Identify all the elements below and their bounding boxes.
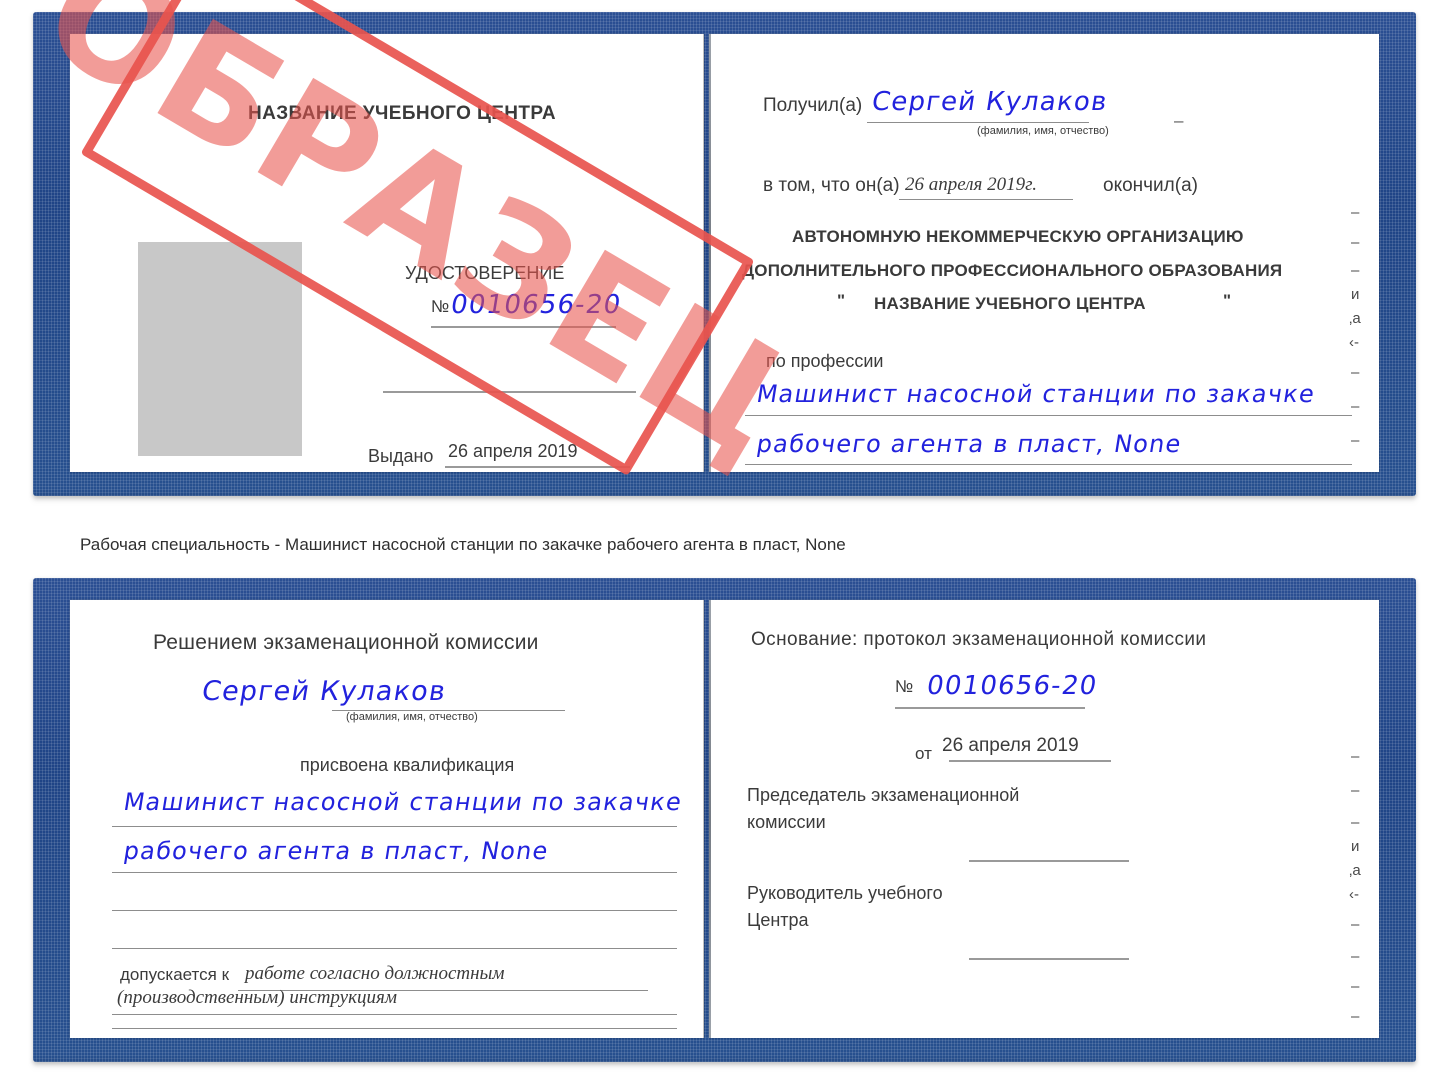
image-caption: Рабочая специальность - Машинист насосно… [80, 535, 846, 554]
organization-line-3: НАЗВАНИЕ УЧЕБНОГО ЦЕНТРА [874, 294, 1146, 313]
profession-value-line-2: рабочего агента в пласт, None [754, 430, 1184, 458]
completion-date-rule [899, 199, 1073, 200]
admitted-value-line-1: работе согласно должностным [245, 963, 505, 984]
admitted-value-line-2: (производственным) инструкциям [117, 987, 397, 1008]
admitted-rule-2 [112, 1014, 677, 1015]
edge-fragment: – [1351, 432, 1360, 449]
admitted-label: допускается к [120, 965, 230, 984]
received-label: Получил(а) [763, 95, 863, 116]
chairman-label-line-1: Председатель экзаменационной [747, 785, 1020, 805]
received-dash: – [1174, 111, 1184, 130]
organization-line-2: ДОПОЛНИТЕЛЬНОГО ПРОФЕССИОНАЛЬНОГО ОБРАЗО… [742, 261, 1283, 280]
basis-label: Основание: протокол экзаменационной коми… [751, 629, 1207, 650]
protocol-from-value: 26 апреля 2019 [942, 735, 1079, 756]
head-label-line-2: Центра [747, 910, 809, 930]
document-type-label: УДОСТОВЕРЕНИЕ [405, 263, 565, 283]
page-bottom-left: Решением экзаменационной комиссии Сергей… [70, 600, 704, 1038]
page-top-right: Получил(а) Сергей Кулаков (фамилия, имя,… [709, 34, 1379, 472]
qualification-rule-3 [112, 910, 677, 911]
issued-date-value: 26 апреля 2019 [448, 441, 578, 461]
page-top-left: НАЗВАНИЕ УЧЕБНОГО ЦЕНТРА УДОСТОВЕРЕНИЕ №… [70, 34, 704, 472]
edge-fragment: – [1351, 364, 1360, 381]
issued-rule [445, 466, 630, 468]
qualification-rule-4 [112, 948, 677, 949]
fio-hint: (фамилия, имя, отчество) [346, 711, 478, 723]
edge-fragment: – [1351, 204, 1360, 221]
profession-rule-1 [745, 415, 1352, 416]
edge-fragment: ‹- [1349, 886, 1359, 903]
edge-fragment: – [1351, 782, 1360, 799]
completion-date-value: 26 апреля 2019г. [905, 174, 1037, 195]
edge-fragment: и [1351, 838, 1360, 855]
protocol-number-value: 0010656-20 [924, 671, 1100, 701]
issued-label: Выдано [368, 446, 434, 466]
head-signature-rule [969, 958, 1129, 960]
qualification-value-line-1: Машинист насосной станции по закачке [121, 788, 685, 816]
organization-quote-open: " [837, 291, 846, 310]
edge-fragment: – [1351, 1008, 1360, 1025]
edge-fragment: ‚а [1349, 310, 1361, 327]
finished-label: окончил(а) [1103, 175, 1198, 196]
number-rule [431, 326, 616, 328]
protocol-number-rule [895, 707, 1085, 709]
organization-quote-close: " [1223, 291, 1232, 310]
qualification-rule-1 [112, 826, 677, 827]
head-label-line-1: Руководитель учебного [747, 883, 943, 903]
qualification-value-line-2: рабочего агента в пласт, None [121, 837, 551, 865]
book-spine-top [709, 34, 711, 472]
qualification-rule-2 [112, 872, 677, 873]
number-prefix: № [431, 297, 450, 316]
chairman-signature-rule [969, 860, 1129, 862]
edge-fragment: и [1351, 286, 1360, 303]
edge-fragment: – [1351, 948, 1360, 965]
student-name-value: Сергей Кулаков [199, 676, 449, 707]
photo-placeholder [138, 242, 302, 456]
protocol-from-rule [949, 760, 1111, 762]
edge-fragment: ‚а [1349, 862, 1361, 879]
book-spine-bottom [709, 600, 711, 1038]
certificate-number-value: 0010656-20 [448, 290, 624, 320]
protocol-from-label: от [915, 744, 932, 763]
qualification-label: присвоена квалификация [300, 755, 515, 775]
fio-hint: (фамилия, имя, отчество) [977, 125, 1109, 137]
training-center-name: НАЗВАНИЕ УЧЕБНОГО ЦЕНТРА [248, 103, 556, 124]
edge-fragment: – [1351, 748, 1360, 765]
admitted-rule-3 [112, 1028, 677, 1029]
received-rule [867, 122, 1089, 123]
organization-line-1: АВТОНОМНУЮ НЕКОММЕРЧЕСКУЮ ОРГАНИЗАЦИЮ [792, 227, 1244, 246]
edge-fragment: – [1351, 916, 1360, 933]
commission-decision-title: Решением экзаменационной комиссии [153, 631, 539, 654]
received-name-value: Сергей Кулаков [869, 87, 1111, 117]
that-he-label: в том, что он(а) [763, 175, 900, 196]
profession-rule-2 [745, 464, 1352, 465]
page-bottom-right: Основание: протокол экзаменационной коми… [709, 600, 1379, 1038]
profession-value-line-1: Машинист насосной станции по закачке [754, 380, 1318, 408]
edge-fragment: – [1351, 234, 1360, 251]
chairman-label-line-2: комиссии [747, 812, 826, 832]
certificate-book-top: НАЗВАНИЕ УЧЕБНОГО ЦЕНТРА УДОСТОВЕРЕНИЕ №… [33, 12, 1416, 496]
edge-fragment: ‹- [1349, 334, 1359, 351]
edge-fragment: – [1351, 978, 1360, 995]
profession-label: по профессии [766, 351, 884, 371]
certificate-book-bottom: Решением экзаменационной комиссии Сергей… [33, 578, 1416, 1062]
protocol-number-prefix: № [895, 677, 914, 696]
edge-fragment: – [1351, 398, 1360, 415]
blank-rule-1 [383, 391, 636, 393]
edge-fragment: – [1351, 814, 1360, 831]
edge-fragment: – [1351, 262, 1360, 279]
